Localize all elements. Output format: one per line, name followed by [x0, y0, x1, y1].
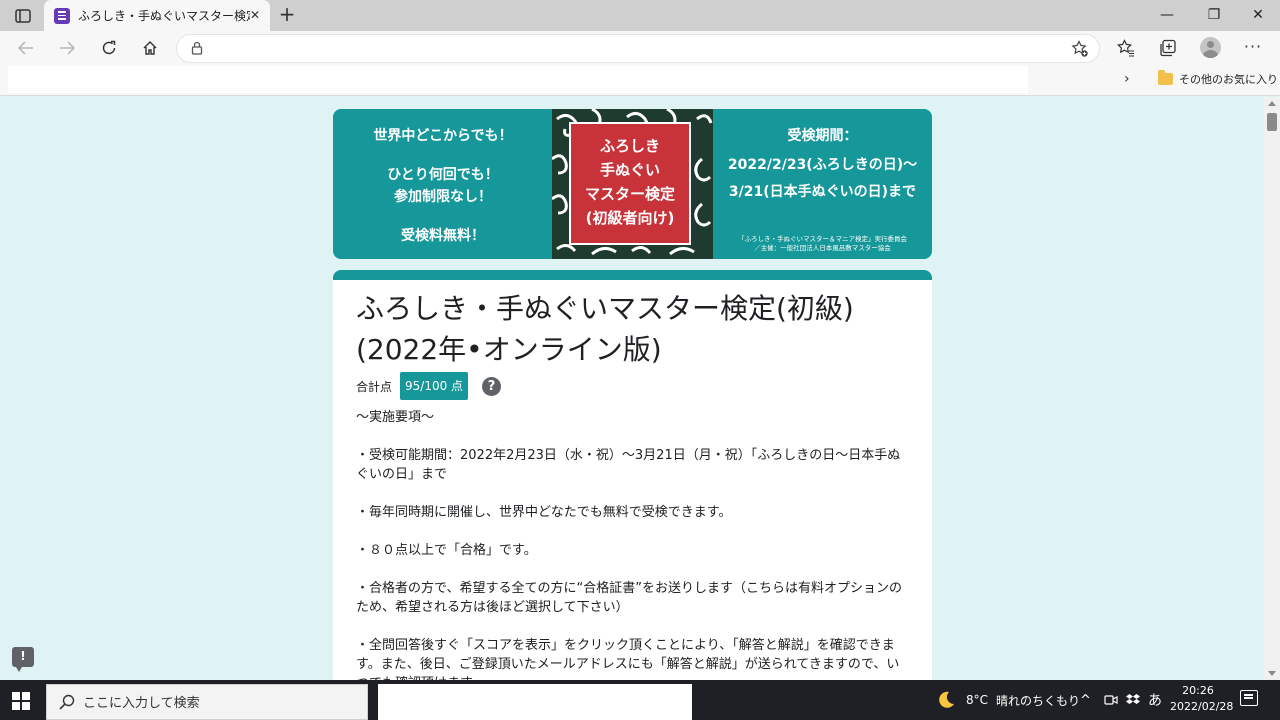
weather-widget[interactable]: 8°C 晴れのちくもり: [936, 680, 1080, 720]
settings-menu-button[interactable]: ···: [1242, 37, 1264, 59]
banner-committee: 「ふろしき・手ぬぐいマスター＆マニア検定」実行委員会: [738, 235, 907, 243]
favorites-star-icon: [1117, 39, 1134, 57]
report-feedback-button[interactable]: !: [12, 647, 34, 672]
address-bar[interactable]: [176, 34, 1100, 63]
help-icon[interactable]: ?: [482, 376, 502, 396]
dropbox-icon[interactable]: [1126, 693, 1140, 707]
home-button[interactable]: [137, 36, 163, 60]
back-button[interactable]: [13, 36, 39, 60]
score-badge: 95/100 点: [400, 372, 469, 400]
window-minimize-button[interactable]: —: [1152, 4, 1182, 26]
description-line: ・合格者の方で、希望する全ての方に“合格証書”をお送りします（こちらは有料オプシ…: [356, 581, 902, 615]
meet-now-icon[interactable]: [1104, 693, 1118, 707]
arrow-right-icon: [60, 41, 75, 55]
clock-date: 2022/02/28: [1170, 700, 1234, 713]
favorites-overflow-chevron[interactable]: ›: [1124, 71, 1130, 87]
forward-button[interactable]: [54, 36, 80, 60]
form-page: 世界中どこからでも！ ひとり何回でも！ 参加制限なし！ 受検料無料！ ふろしき …: [0, 97, 1280, 680]
windows-taskbar: 8°C 晴れのちくもり ^ あ 20:26 2022/02/28: [0, 680, 1280, 720]
description-line: [356, 560, 906, 579]
banner-title-beginner: (初級者向け): [585, 209, 675, 227]
banner-title-box: ふろしき 手ぬぐい マスター検定 (初級者向け): [569, 122, 691, 245]
description-line: [356, 427, 906, 446]
tab-close-icon[interactable]: ✕: [248, 8, 262, 22]
page-scrollbar[interactable]: [1264, 97, 1280, 680]
scroll-down-arrow-icon[interactable]: [1268, 671, 1276, 676]
tab-actions-button[interactable]: [8, 4, 38, 28]
arrow-left-icon: [18, 41, 33, 55]
window-maximize-button[interactable]: ❐: [1199, 4, 1229, 26]
google-forms-icon: [54, 7, 70, 24]
banner-organizer: ／主催：一般社団法人日本風呂敷マスター協会: [754, 244, 891, 252]
weather-description: 晴れのちくもり: [996, 693, 1081, 708]
search-icon: [59, 694, 75, 710]
weather-temperature: 8°C: [966, 693, 989, 707]
profile-avatar[interactable]: [1200, 37, 1221, 58]
windows-start-icon[interactable]: [12, 692, 30, 710]
refresh-button[interactable]: [96, 36, 122, 60]
collections-icon: [1160, 39, 1176, 57]
form-title: ふろしき・手ぬぐいマスター検定(初級) (2022年•オンライン版): [356, 292, 854, 366]
banner-text-unlimited: ひとり何回でも！: [387, 167, 499, 183]
tab-title: ふろしき・手ぬぐいマスター検定(初級) (2: [78, 9, 250, 23]
new-tab-button[interactable]: +: [276, 4, 298, 26]
tab-actions-icon: [15, 9, 31, 23]
other-favorites-label: その他のお気に入り: [1179, 73, 1278, 86]
folder-icon: [1158, 70, 1173, 85]
banner-right-panel: 受検期間： 2022/2/23(ふろしきの日)〜 3/21(日本手ぬぐいの日)ま…: [713, 109, 932, 259]
tab-strip: ふろしき・手ぬぐいマスター検定(初級) (2 ✕ + — ❐ ✕: [0, 0, 1280, 31]
description-line: ・全問回答後すぐ「スコアを表示」をクリック頂くことにより、「解答と解説」を確認で…: [356, 638, 900, 680]
clock-time: 20:26: [1182, 684, 1214, 697]
card-accent-bar: [333, 270, 932, 280]
taskbar-search-box[interactable]: [46, 684, 368, 720]
banner-left-panel: 世界中どこからでも！ ひとり何回でも！ 参加制限なし！ 受検料無料！: [333, 109, 553, 259]
other-favorites-folder[interactable]: その他のお気に入り: [1158, 70, 1278, 87]
banner-period-label: 受検期間：: [787, 128, 858, 144]
window-close-button[interactable]: ✕: [1243, 4, 1273, 26]
description-line: [356, 484, 906, 503]
browser-toolbar: [0, 31, 1280, 65]
banner-title-master: マスター検定: [584, 185, 675, 203]
score-row: 合計点 95/100 点 ?: [356, 372, 502, 400]
banner-title-furoshiki: ふろしき: [599, 137, 660, 155]
description-line: [356, 617, 906, 636]
add-favorite-icon[interactable]: [1071, 40, 1089, 58]
description-line: ・毎年同時期に開催し、世界中どなたでも無料で受検できます。: [356, 505, 732, 520]
description-line: 〜実施要項〜: [356, 410, 435, 425]
scroll-thumb[interactable]: [1267, 113, 1277, 131]
banner-text-free: 受検料無料！: [401, 228, 485, 244]
description-line: ・８０点以上で「合格」です。: [356, 543, 537, 558]
scroll-up-arrow-icon[interactable]: [1268, 101, 1276, 106]
total-score-label: 合計点: [356, 379, 393, 394]
refresh-icon: [102, 40, 116, 55]
banner-period-start: 2022/2/23(ふろしきの日)〜: [727, 157, 918, 173]
banner-text-no-limit: 参加制限なし！: [394, 189, 492, 205]
form-header-card: ふろしき・手ぬぐいマスター検定(初級) (2022年•オンライン版) 合計点 9…: [333, 270, 932, 680]
favorites-bar: › その他のお気に入り: [0, 65, 1280, 96]
taskbar-app-window[interactable]: [378, 684, 692, 720]
collections-button[interactable]: [1156, 37, 1180, 59]
taskbar-clock[interactable]: 20:26 2022/02/28: [1170, 683, 1234, 715]
lock-icon[interactable]: [191, 41, 203, 55]
banner-center-panel: ふろしき 手ぬぐい マスター検定 (初級者向け): [552, 109, 713, 259]
browser-tab-active[interactable]: ふろしき・手ぬぐいマスター検定(初級) (2 ✕: [44, 0, 270, 31]
banner-period-end: 3/21(日本手ぬぐいの日)まで: [728, 184, 917, 200]
favorites-button[interactable]: [1114, 37, 1138, 59]
tray-overflow-chevron[interactable]: ^: [1080, 680, 1091, 720]
description-line: [356, 522, 906, 541]
banner-title-tenugui: 手ぬぐい: [599, 161, 660, 179]
notification-center-icon[interactable]: [1240, 690, 1258, 706]
home-icon: [143, 41, 157, 55]
header-banner: 世界中どこからでも！ ひとり何回でも！ 参加制限なし！ 受検料無料！ ふろしき …: [333, 109, 932, 259]
banner-text-worldwide: 世界中どこからでも！: [373, 128, 513, 144]
form-description: 〜実施要項〜 ・受検可能期間：2022年2月23日（水・祝）〜3月21日（月・祝…: [356, 408, 906, 680]
url-input[interactable]: [217, 39, 1057, 59]
taskbar-search-input[interactable]: [83, 693, 353, 713]
moon-weather-icon: [939, 691, 954, 708]
ime-indicator[interactable]: あ: [1148, 690, 1162, 710]
tray-icons: あ: [1104, 680, 1162, 720]
description-line: ・受検可能期間：2022年2月23日（水・祝）〜3月21日（月・祝）「ふろしきの…: [356, 448, 901, 482]
favorites-bar-area: [8, 66, 1028, 93]
